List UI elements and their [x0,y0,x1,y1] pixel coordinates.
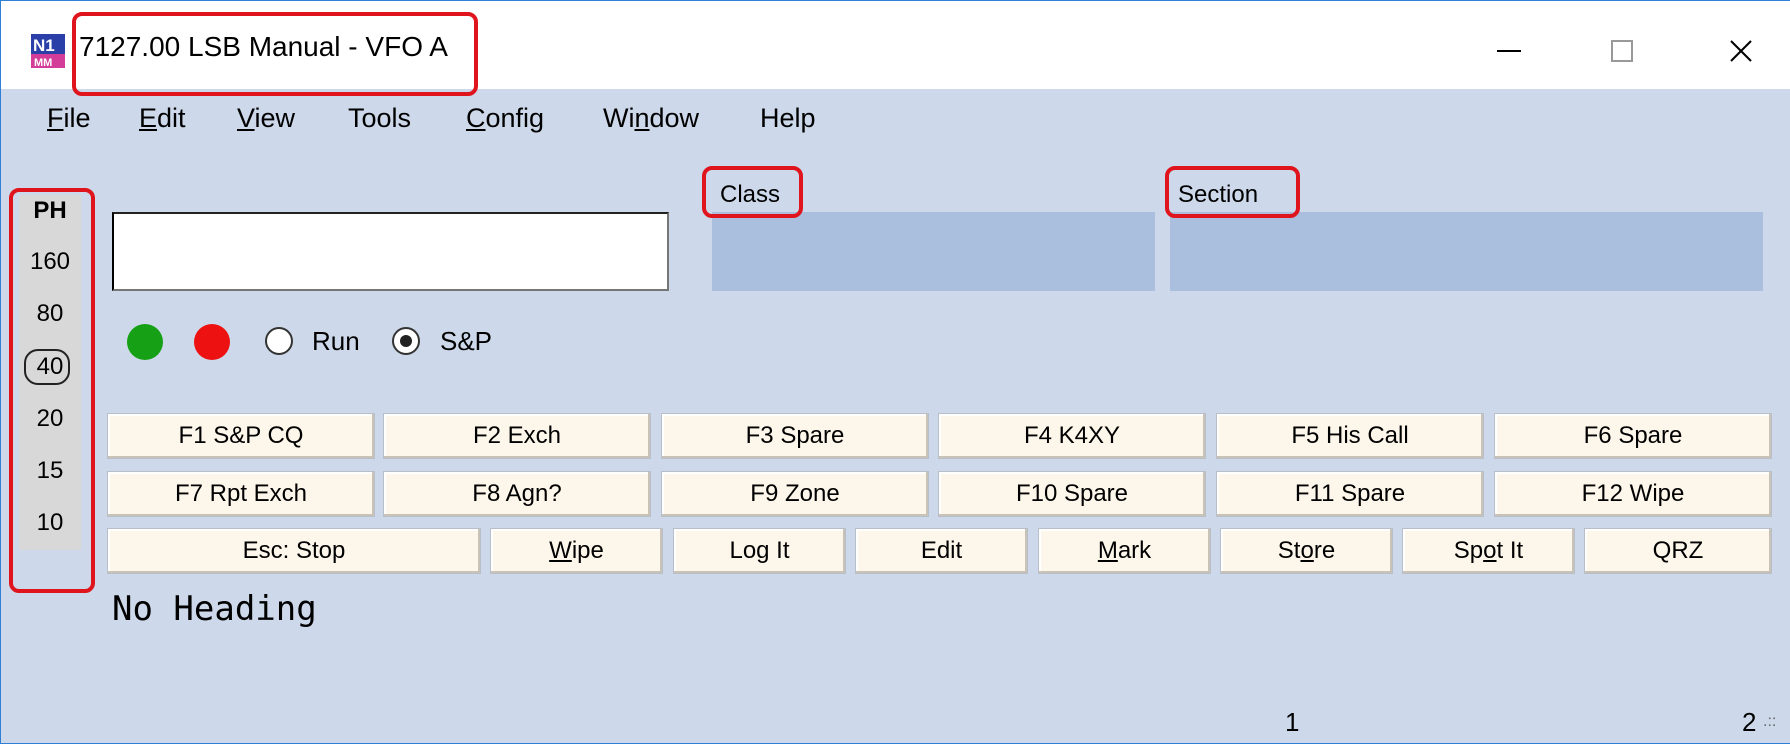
f4-button[interactable]: F4 K4XY [938,413,1206,459]
section-field[interactable] [1170,212,1763,291]
menu-edit[interactable]: Edit [139,103,186,134]
radio-selected-dot [400,335,412,347]
f11-button[interactable]: F11 Spare [1216,471,1484,517]
status-cell-2: 2 [1742,707,1757,737]
f3-button[interactable]: F3 Spare [661,413,929,459]
f5-button[interactable]: F5 His Call [1216,413,1484,459]
maximize-button[interactable] [1582,23,1662,79]
sp-radio[interactable] [392,327,420,355]
svg-text:MM: MM [34,57,52,68]
menu-tools[interactable]: Tools [348,103,411,134]
band-40[interactable]: 40 [19,353,81,381]
spot-it-button[interactable]: Sp o t It [1402,528,1575,574]
esc-stop-button[interactable]: Esc: Stop [107,528,481,574]
wipe-button[interactable]: Wipe [490,528,663,574]
close-button[interactable] [1701,23,1781,79]
minimize-button[interactable] [1469,23,1549,79]
title-bar[interactable]: N1 MM 7127.00 LSB Manual - VFO A [1,1,1790,89]
menu-help[interactable]: Help [760,103,816,134]
band-mode-header: PH [33,197,67,224]
window-title: 7127.00 LSB Manual - VFO A [79,31,448,62]
resize-grip-icon[interactable]: .:: [1763,713,1776,731]
menu-file[interactable]: File [47,103,91,134]
qrz-button[interactable]: QRZ [1584,528,1772,574]
band-80[interactable]: 80 [19,300,81,328]
minimize-icon [1497,50,1521,52]
run-label: Run [312,326,360,356]
f2-button[interactable]: F2 Exch [383,413,651,459]
band-160[interactable]: 160 [19,248,81,276]
edit-button[interactable]: Edit [855,528,1028,574]
menu-window[interactable]: Window [603,103,699,134]
heading-text: No Heading [112,589,317,629]
f9-button[interactable]: F9 Zone [661,471,929,517]
f8-button[interactable]: F8 Agn? [383,471,651,517]
f12-button[interactable]: F12 Wipe [1494,471,1772,517]
menu-view[interactable]: View [237,103,295,134]
section-label: Section [1178,181,1259,208]
f7-button[interactable]: F7 Rpt Exch [107,471,375,517]
svg-text:N1: N1 [33,36,55,55]
mark-button[interactable]: Mark [1038,528,1211,574]
store-button[interactable]: St o re [1220,528,1393,574]
f10-button[interactable]: F10 Spare [938,471,1206,517]
band-20[interactable]: 20 [19,405,81,433]
log-it-button[interactable]: Log It [673,528,846,574]
n1mm-logo-icon: N1 MM [31,34,65,68]
run-radio[interactable] [265,327,293,355]
close-icon [1730,40,1752,62]
band-selector: PH 160 80 40 20 15 10 [19,195,81,550]
status-cell-1: 1 [1285,707,1300,737]
maximize-icon [1611,40,1633,62]
band-10[interactable]: 10 [19,509,81,537]
f6-button[interactable]: F6 Spare [1494,413,1772,459]
f1-button[interactable]: F1 S&P CQ [107,413,375,459]
menu-bar: File Edit View Tools Config Window Help [1,89,1790,147]
entry-window: N1 MM 7127.00 LSB Manual - VFO A File Ed… [0,0,1790,744]
band-15[interactable]: 15 [19,457,81,485]
class-field[interactable] [712,212,1155,291]
callsign-input[interactable] [112,212,669,291]
sp-label: S&P [440,326,493,356]
menu-config[interactable]: Config [466,103,544,134]
red-indicator-icon [194,324,230,360]
green-indicator-icon [127,324,163,360]
class-label: Class [720,181,781,208]
